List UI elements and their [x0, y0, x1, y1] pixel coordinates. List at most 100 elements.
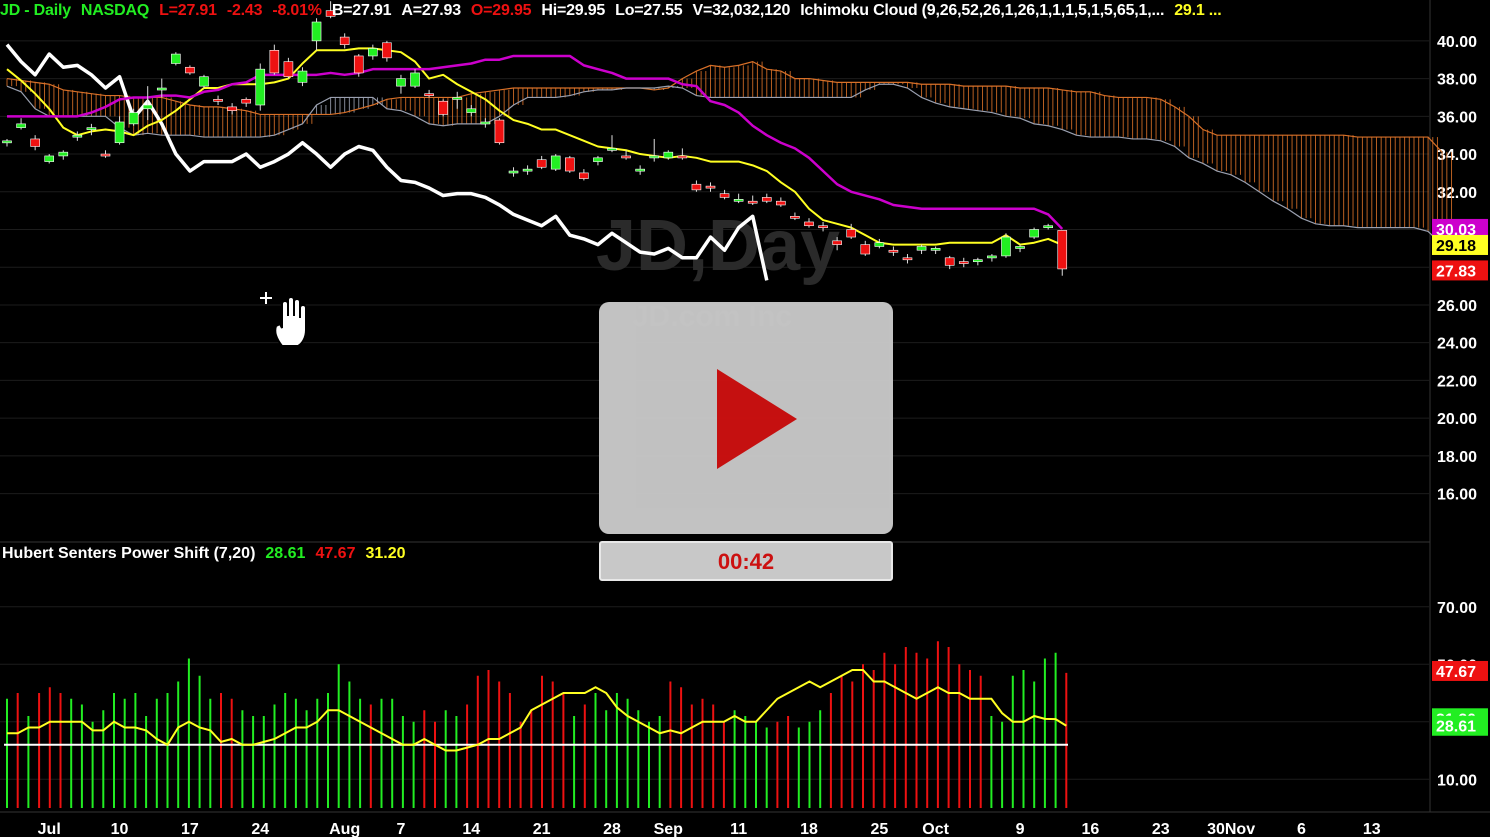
exchange-label: NASDAQ	[80, 2, 150, 19]
candle-body	[536, 159, 547, 168]
candle-body	[410, 72, 420, 87]
candle-body	[114, 121, 125, 144]
candle-body	[677, 155, 688, 159]
open-price: O=29.95	[470, 2, 532, 19]
indicator-tick-label: 70.00	[1437, 600, 1477, 617]
candle-body	[156, 87, 167, 91]
candle-body	[199, 76, 209, 87]
low-price: Lo=27.55	[615, 2, 683, 19]
candle-body	[142, 104, 153, 110]
candle-body	[466, 108, 477, 113]
price-tick-label: 40.00	[1437, 34, 1477, 51]
candle-body	[185, 66, 195, 74]
candle-body	[832, 240, 842, 245]
candle-body	[761, 197, 772, 202]
candle-body	[550, 155, 561, 170]
candle-body	[382, 42, 392, 59]
video-timer: 00:42	[599, 541, 893, 581]
candle-body	[663, 151, 674, 159]
candle-body	[564, 157, 575, 172]
time-tick-label: 17	[181, 821, 199, 837]
price-tick-label: 22.00	[1437, 373, 1477, 390]
candle-body	[213, 99, 223, 102]
indicator-header: Hubert Senters Power Shift (7,20) 28.61 47…	[2, 545, 416, 563]
candle-body	[72, 134, 83, 138]
candle-body	[171, 53, 181, 64]
candle-body	[719, 193, 730, 198]
candle-body	[339, 36, 350, 45]
time-tick-label: 18	[800, 821, 818, 837]
candle-body	[691, 183, 702, 191]
time-tick-label: 25	[870, 821, 888, 837]
candle-body	[297, 70, 308, 83]
time-tick-label: 7	[397, 821, 406, 837]
study-name: Ichimoku Cloud (9,26,52,26,1,26,1,1,1,5,…	[800, 2, 1165, 19]
time-tick-label: 14	[462, 821, 480, 837]
time-tick-label: Sep	[654, 821, 684, 837]
time-tick-label: 16	[1081, 821, 1099, 837]
candle-body	[353, 55, 364, 74]
candle-body	[649, 155, 660, 159]
candle-body	[424, 93, 434, 96]
video-player-overlay[interactable]	[599, 302, 893, 534]
candle-body	[508, 170, 519, 174]
candle-body	[790, 215, 800, 219]
ask-price: A=27.93	[401, 2, 461, 19]
time-tick-label: 11	[730, 821, 747, 837]
bid-price: B=27.91	[331, 2, 392, 19]
last-price: L=27.91	[159, 2, 217, 19]
candle-body	[241, 99, 251, 104]
time-tick-label: 10	[111, 821, 129, 837]
indicator-value-2: 47.67	[315, 545, 356, 562]
indicator-value-1: 28.61	[265, 545, 306, 562]
change-pct: -8.01%	[272, 2, 322, 19]
play-icon	[717, 369, 797, 469]
candle-body	[621, 155, 631, 159]
candle-body	[269, 49, 280, 74]
indicator-marker-label: 28.61	[1436, 719, 1476, 736]
high-price: Hi=29.95	[541, 2, 606, 19]
candle-body	[944, 257, 955, 266]
symbol-label: JD - Daily	[0, 2, 71, 19]
candle-body	[818, 225, 828, 229]
candle-body	[227, 106, 237, 111]
candle-body	[1029, 229, 1039, 238]
candle-body	[635, 168, 645, 172]
price-marker-label: 29.18	[1436, 238, 1476, 255]
candle-body	[930, 248, 941, 251]
candle-body	[396, 78, 406, 87]
play-button[interactable]	[599, 302, 893, 534]
price-tick-label: 20.00	[1437, 411, 1477, 428]
candle-body	[58, 151, 69, 157]
candle-body	[987, 255, 997, 259]
candle-body	[916, 246, 927, 251]
price-marker-label: 27.83	[1436, 263, 1476, 280]
candle-body	[522, 168, 533, 172]
price-tick-label: 34.00	[1437, 147, 1477, 164]
candle-body	[1043, 225, 1053, 229]
price-tick-label: 24.00	[1437, 336, 1477, 353]
candle-body	[311, 21, 322, 42]
price-tick-label: 38.00	[1437, 72, 1477, 89]
candle-body	[16, 123, 26, 128]
candle-body	[579, 172, 589, 179]
volume-value: V=32,032,120	[692, 2, 791, 19]
indicator-tick-label: 10.00	[1437, 772, 1477, 789]
time-tick-label: 9	[1016, 821, 1025, 837]
candle-body	[607, 148, 617, 151]
indicator-value-3: 31.20	[365, 545, 406, 562]
time-tick-label: 21	[533, 821, 551, 837]
indicator-marker-label: 47.67	[1436, 664, 1476, 681]
price-tick-label: 18.00	[1437, 449, 1477, 466]
candle-body	[452, 97, 463, 100]
indicator-name: Hubert Senters Power Shift (7,20)	[2, 545, 256, 562]
candle-body	[2, 140, 12, 144]
candle-body	[1015, 246, 1025, 249]
candle-body	[1057, 230, 1068, 270]
candle-body	[480, 121, 491, 125]
candle-body	[804, 221, 814, 227]
candle-body	[747, 200, 758, 204]
time-tick-label: 13	[1363, 821, 1381, 837]
study-value: 29.1 ...	[1174, 2, 1222, 19]
hand-cursor-icon	[258, 288, 322, 355]
